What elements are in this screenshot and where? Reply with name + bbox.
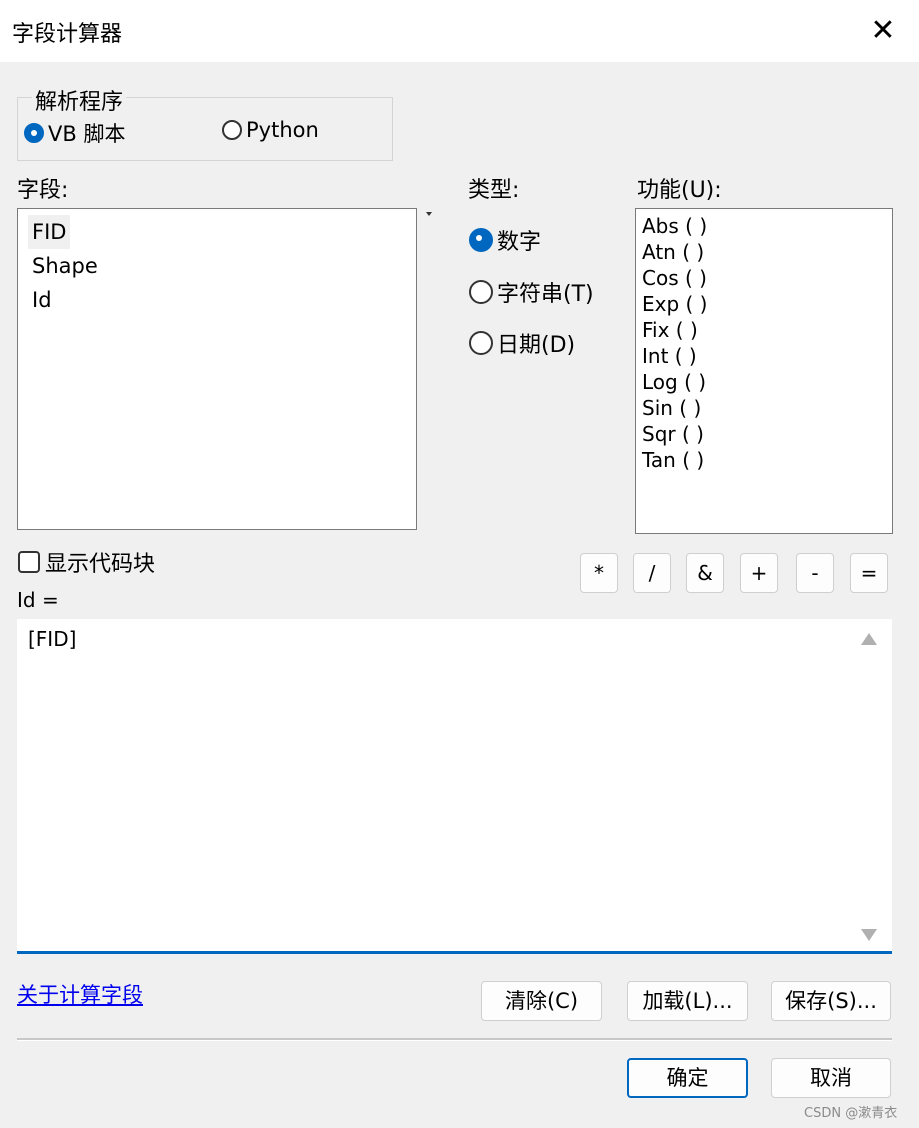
operator-divide-button[interactable]: /	[633, 553, 671, 593]
radio-unchecked-icon	[469, 280, 493, 304]
checkbox-icon	[18, 551, 40, 573]
operator-minus-button[interactable]: -	[796, 553, 834, 593]
list-item[interactable]: Sin ( )	[636, 395, 892, 421]
type-date-label: 日期(D)	[497, 333, 576, 358]
list-item[interactable]: Id	[28, 283, 406, 317]
parser-legend: 解析程序	[32, 84, 127, 116]
list-item[interactable]: Log ( )	[636, 369, 892, 395]
separator	[17, 1038, 892, 1041]
parser-python-radio[interactable]: Python	[222, 118, 319, 142]
parser-vb-radio[interactable]: VB 脚本	[24, 118, 125, 148]
expression-editor[interactable]: [FID]	[17, 619, 892, 954]
type-number-label: 数字	[497, 230, 542, 255]
expression-text[interactable]: [FID]	[28, 627, 76, 651]
type-string-radio[interactable]: 字符串(T)	[469, 276, 594, 308]
radio-unchecked-icon	[469, 331, 493, 355]
operator-multiply-button[interactable]: *	[580, 553, 618, 593]
list-item[interactable]: Int ( )	[636, 343, 892, 369]
title-bar	[0, 0, 919, 62]
show-codeblock-checkbox[interactable]: 显示代码块	[18, 546, 155, 578]
radio-checked-icon	[24, 123, 44, 143]
show-codeblock-label: 显示代码块	[45, 552, 156, 577]
list-item[interactable]: Abs ( )	[636, 213, 892, 239]
clear-button[interactable]: 清除(C)	[481, 981, 602, 1021]
close-icon[interactable]: ✕	[866, 14, 900, 48]
parser-vb-label: VB 脚本	[48, 122, 126, 146]
list-item[interactable]: FID	[28, 215, 71, 249]
scroll-down-icon[interactable]	[861, 929, 877, 941]
parser-python-label: Python	[246, 118, 319, 142]
operator-ampersand-button[interactable]: &	[686, 553, 724, 593]
fields-label: 字段:	[17, 178, 69, 203]
list-item[interactable]: Atn ( )	[636, 239, 892, 265]
operator-equals-button[interactable]: =	[850, 553, 888, 593]
about-calculate-field-link[interactable]: 关于计算字段	[17, 979, 143, 1009]
type-string-label: 字符串(T)	[497, 282, 594, 307]
scroll-up-icon[interactable]	[861, 633, 877, 645]
radio-unchecked-icon	[222, 120, 242, 140]
list-item[interactable]: Cos ( )	[636, 265, 892, 291]
type-label: 类型:	[468, 178, 520, 203]
list-item[interactable]: Tan ( )	[636, 447, 892, 473]
load-button[interactable]: 加载(L)...	[627, 981, 748, 1021]
window-title: 字段计算器	[12, 22, 123, 47]
functions-list[interactable]: Abs ( ) Atn ( ) Cos ( ) Exp ( ) Fix ( ) …	[635, 208, 893, 534]
cancel-button[interactable]: 取消	[771, 1058, 891, 1098]
save-button[interactable]: 保存(S)...	[771, 981, 891, 1021]
watermark: CSDN @漱青衣	[804, 1106, 898, 1121]
functions-label: 功能(U):	[637, 178, 722, 203]
type-number-radio[interactable]: 数字	[469, 224, 541, 256]
type-date-radio[interactable]: 日期(D)	[469, 327, 575, 359]
radio-checked-icon	[469, 228, 493, 252]
expression-label: Id =	[17, 588, 59, 612]
list-item[interactable]: Fix ( )	[636, 317, 892, 343]
list-item[interactable]: Exp ( )	[636, 291, 892, 317]
operator-plus-button[interactable]: +	[740, 553, 778, 593]
fields-list[interactable]: FID Shape Id	[17, 208, 417, 530]
sort-arrow-icon[interactable]	[426, 212, 432, 216]
list-item[interactable]: Shape	[28, 249, 406, 283]
list-item[interactable]: Sqr ( )	[636, 421, 892, 447]
ok-button[interactable]: 确定	[627, 1058, 748, 1098]
